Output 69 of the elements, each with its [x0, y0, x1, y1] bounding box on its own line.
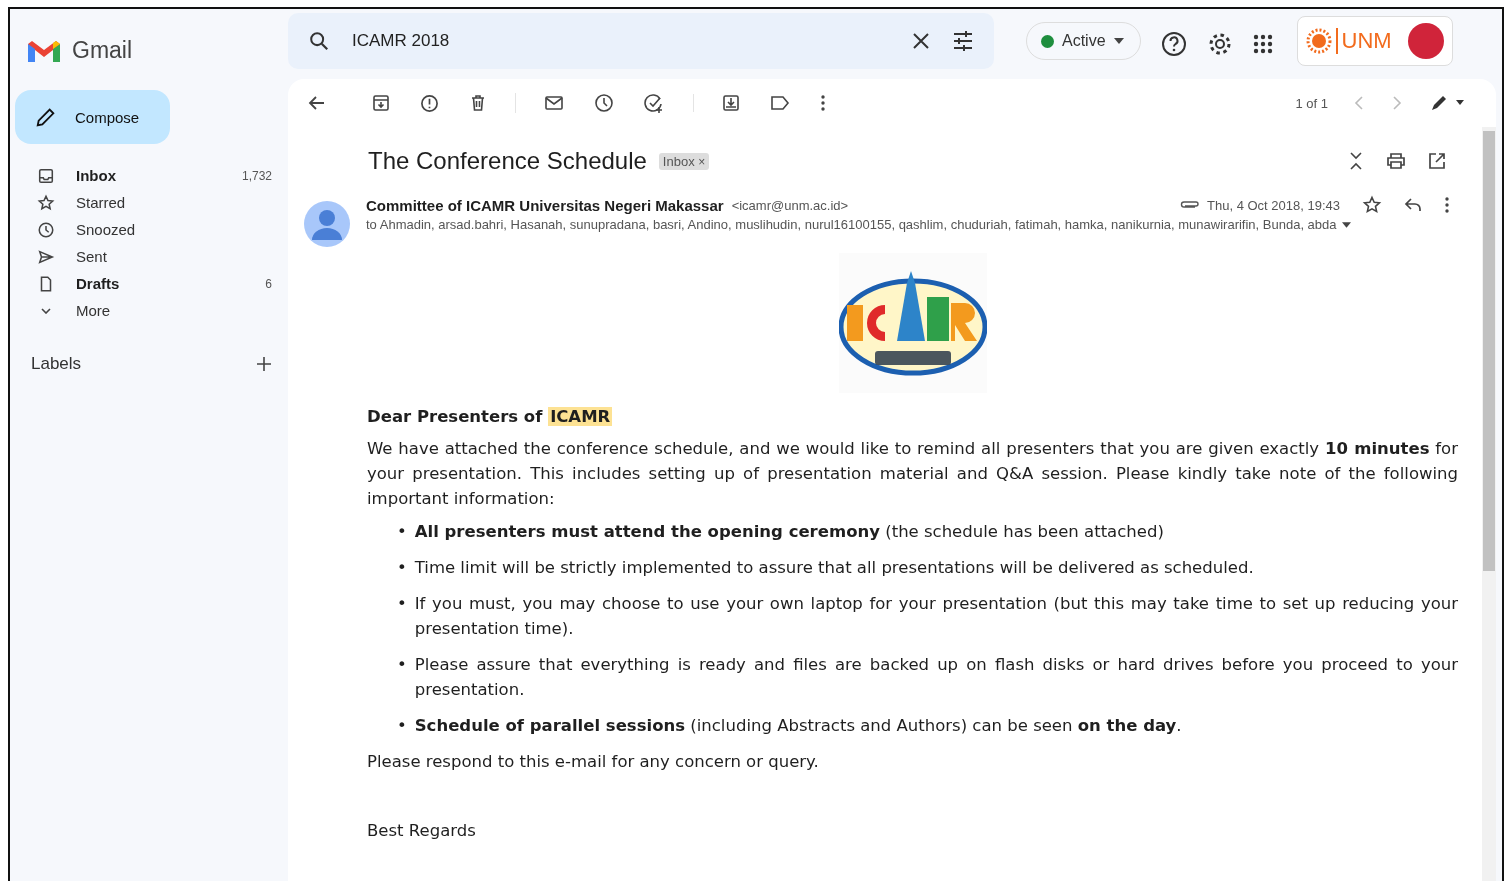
greeting-text: Dear Presenters of ICAMR: [367, 407, 614, 426]
organization-name: UNM: [1335, 28, 1392, 54]
avatar-icon: [304, 201, 350, 247]
inbox-label-chip[interactable]: Inbox ×: [658, 152, 710, 170]
bullet-marker: •: [397, 521, 407, 543]
pen-dropdown-icon[interactable]: [1430, 94, 1466, 112]
nav-item[interactable]: Drafts 6: [10, 270, 288, 297]
bullet-item: Please assure that everything is ready and files are backed up on flash disks or hard drives before you proceed to your presentation.: [414, 654, 1458, 701]
bullet-marker: •: [397, 557, 407, 579]
search-icon: [308, 30, 330, 52]
status-button[interactable]: Active: [1026, 22, 1141, 60]
page-counter: 1 of 1: [1295, 95, 1328, 111]
sender-email: <icamr@unm.ac.id>: [731, 197, 849, 213]
more-vertical-icon[interactable]: [820, 95, 826, 111]
recipient-list: to Ahmadin, arsad.bahri, Hasanah, sunupradana, basri, Andino, muslihudin, nurul16100155, qashlim, chuduriah, fatimah, hamka, nanikurnia, munawirarifin, Bunda, abda: [366, 217, 1337, 232]
reply-icon[interactable]: [1404, 198, 1422, 212]
star-icon[interactable]: [1362, 195, 1382, 215]
trash-icon[interactable]: [469, 94, 487, 112]
apps-grid-icon[interactable]: [1252, 34, 1273, 54]
back-arrow-icon[interactable]: [308, 94, 326, 112]
nav-item[interactable]: Snoozed: [10, 216, 288, 243]
compose-button[interactable]: Compose: [15, 90, 170, 144]
intro-paragraph: We have attached the conference schedule, and we would like to remind all presenters that you are given exactly 10 minutes for your presentation. This includes setting up of presentation material and Q&A session. Please kindly take note of the following important information:: [367, 438, 1458, 510]
pencil-icon: [35, 106, 57, 128]
more-vertical-icon[interactable]: [1444, 197, 1450, 213]
labels-heading: Labels: [31, 354, 82, 374]
label-tag-icon[interactable]: [770, 95, 790, 111]
sender-name: Committee of ICAMR Universitas Negeri Makassar: [366, 196, 724, 214]
add-icon[interactable]: [256, 356, 272, 372]
bullet-item: All presenters must attend the opening ceremony (the schedule has been attached): [414, 521, 1165, 543]
closing-text: Please respond to this e-mail for any concern or query.: [367, 751, 820, 773]
nav-item[interactable]: Starred: [10, 189, 288, 216]
clock-icon[interactable]: [594, 93, 614, 113]
nav-item[interactable]: More: [10, 297, 288, 324]
inbox-icon: [37, 166, 55, 185]
nav-item[interactable]: Inbox 1,732: [10, 162, 288, 189]
status-dot-icon: [1041, 34, 1054, 48]
envelope-icon[interactable]: [544, 94, 564, 112]
caret-icon[interactable]: [1341, 221, 1351, 228]
nav-item[interactable]: Sent: [10, 243, 288, 270]
add-task-icon[interactable]: [644, 93, 665, 113]
print-icon[interactable]: [1386, 152, 1406, 170]
chevron-icon: [41, 307, 51, 314]
email-date: Thu, 4 Oct 2018, 19:43: [1207, 197, 1340, 213]
filter-sliders-icon[interactable]: [952, 30, 974, 52]
app-name: Gmail: [72, 37, 133, 64]
sun-emblem-icon: [1305, 28, 1332, 54]
move-to-icon[interactable]: [722, 94, 740, 112]
search-field[interactable]: ICAMR 2018: [288, 13, 994, 69]
spam-icon[interactable]: [420, 93, 439, 113]
bullet-item: Time limit will be strictly implemented to assure that all presentations will be delivered as scheduled.: [414, 557, 1255, 579]
bullet-marker: •: [397, 593, 407, 615]
help-icon[interactable]: [1160, 31, 1187, 57]
avatar-icon: [1407, 23, 1444, 59]
scrollbar-thumb[interactable]: [1483, 131, 1495, 571]
star-icon: [37, 193, 55, 212]
bullet-item: Schedule of parallel sessions (including Abstracts and Authors) can be seen on the day.: [414, 715, 1183, 737]
close-icon[interactable]: [912, 32, 930, 50]
email-subject: The Conference Schedule: [368, 147, 647, 175]
open-in-new-window-icon[interactable]: [1428, 152, 1446, 170]
collapse-icon[interactable]: [1348, 151, 1364, 171]
archive-icon[interactable]: [372, 94, 390, 112]
bullet-marker: •: [397, 654, 407, 676]
signoff-text: Best Regards: [367, 821, 477, 840]
paperclip-icon: [1179, 200, 1199, 210]
bullet-item: If you must, you may choose to use your own laptop for your presentation (but this may take time to set up reducing your presentation time).: [414, 593, 1458, 640]
caret-icon: [1113, 38, 1124, 44]
bullet-marker: •: [397, 715, 407, 737]
clock-icon: [37, 220, 55, 239]
